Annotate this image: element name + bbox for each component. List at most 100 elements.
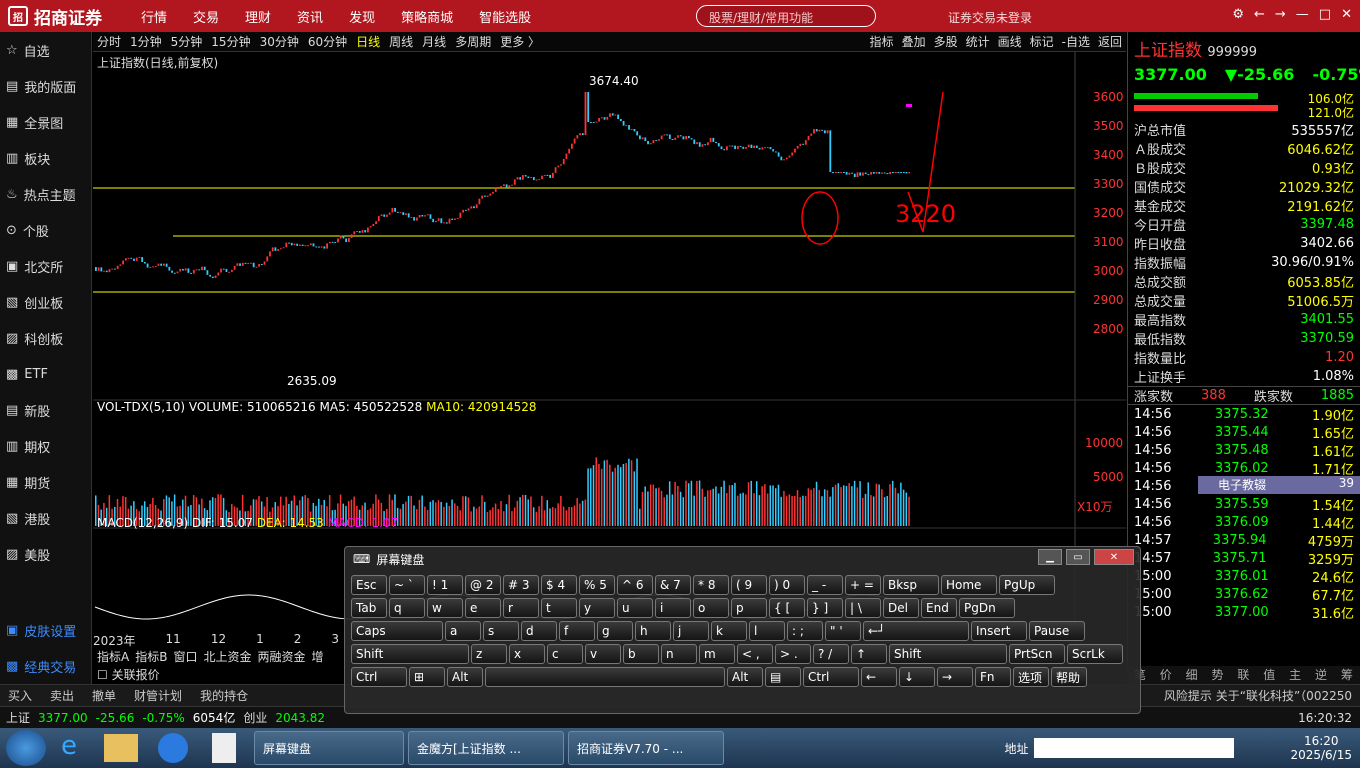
tool-7[interactable]: 返回 xyxy=(1098,33,1122,50)
key-2-10[interactable]: : ; xyxy=(787,621,823,641)
key-2-4[interactable]: f xyxy=(559,621,595,641)
key-3-0[interactable]: Shift xyxy=(351,644,469,664)
key-4-11[interactable]: 选项 xyxy=(1013,667,1049,687)
period-1[interactable]: 1分钟 xyxy=(130,33,162,50)
key-0-9[interactable]: * 8 xyxy=(693,575,729,595)
key-0-7[interactable]: ^ 6 xyxy=(617,575,653,595)
key-1-6[interactable]: y xyxy=(579,598,615,618)
key-4-4[interactable]: Alt xyxy=(727,667,763,687)
key-3-13[interactable]: PrtScn xyxy=(1009,644,1065,664)
key-2-11[interactable]: " ' xyxy=(825,621,861,641)
period-2[interactable]: 5分钟 xyxy=(171,33,203,50)
tool-1[interactable]: 叠加 xyxy=(902,33,926,50)
key-3-8[interactable]: < , xyxy=(737,644,773,664)
key-0-4[interactable]: # 3 xyxy=(503,575,539,595)
quote-tab-8[interactable]: 筹 xyxy=(1341,666,1353,684)
key-3-2[interactable]: x xyxy=(509,644,545,664)
key-4-7[interactable]: ← xyxy=(861,667,897,687)
sidebar-item-1[interactable]: ▤ 我的版面 xyxy=(0,68,91,104)
key-2-13[interactable]: Insert xyxy=(971,621,1027,641)
tool-3[interactable]: 统计 xyxy=(966,33,990,50)
osk-maximize[interactable]: ▭ xyxy=(1066,549,1090,565)
trade-btn-4[interactable]: 我的持仓 xyxy=(200,687,248,704)
key-4-6[interactable]: Ctrl xyxy=(803,667,859,687)
sidebar-item-10[interactable]: ▤ 新股 xyxy=(0,392,91,428)
gear-icon[interactable]: ⚙ xyxy=(1232,7,1244,22)
period-4[interactable]: 30分钟 xyxy=(260,33,299,50)
period-9[interactable]: 多周期 xyxy=(455,33,491,50)
key-3-10[interactable]: ? / xyxy=(813,644,849,664)
risk-notice[interactable]: 风险提示 关于“联化科技”（002250 xyxy=(1164,687,1360,704)
period-0[interactable]: 分时 xyxy=(97,33,121,50)
period-3[interactable]: 15分钟 xyxy=(211,33,250,50)
menu-5[interactable]: 策略商城 xyxy=(388,7,466,26)
menu-3[interactable]: 资讯 xyxy=(284,7,336,26)
key-2-0[interactable]: Caps xyxy=(351,621,443,641)
key-1-4[interactable]: r xyxy=(503,598,539,618)
chart-tab-4[interactable]: 两融资金 xyxy=(257,648,305,665)
key-1-8[interactable]: i xyxy=(655,598,691,618)
trade-btn-0[interactable]: 买入 xyxy=(8,687,32,704)
sidebar-item-11[interactable]: ▥ 期权 xyxy=(0,428,91,464)
key-1-12[interactable]: } ] xyxy=(807,598,843,618)
key-1-13[interactable]: | \ xyxy=(845,598,881,618)
sidebar-item-9[interactable]: ▩ ETF xyxy=(0,356,91,392)
chart-tab-3[interactable]: 北上资金 xyxy=(203,648,251,665)
key-4-10[interactable]: Fn xyxy=(975,667,1011,687)
key-1-1[interactable]: q xyxy=(389,598,425,618)
trade-btn-2[interactable]: 撤单 xyxy=(92,687,116,704)
sidebar-item-3[interactable]: ▥ 板块 xyxy=(0,140,91,176)
tool-5[interactable]: 标记 xyxy=(1030,33,1054,50)
ie-icon[interactable]: e xyxy=(52,731,86,765)
sidebar-item-15[interactable]: ▣ 皮肤设置 xyxy=(0,612,91,648)
key-3-9[interactable]: > . xyxy=(775,644,811,664)
sidebar-item-4[interactable]: ♨ 热点主题 xyxy=(0,176,91,212)
key-3-12[interactable]: Shift xyxy=(889,644,1007,664)
osk-minimize[interactable]: ▁ xyxy=(1038,549,1062,565)
quote-tab-2[interactable]: 细 xyxy=(1186,666,1198,684)
sidebar-item-6[interactable]: ▣ 北交所 xyxy=(0,248,91,284)
key-3-11[interactable]: ↑ xyxy=(851,644,887,664)
trade-btn-1[interactable]: 卖出 xyxy=(50,687,74,704)
key-0-16[interactable]: PgUp xyxy=(999,575,1055,595)
related-quote[interactable]: ☐ 关联报价 xyxy=(97,666,160,683)
key-2-2[interactable]: s xyxy=(483,621,519,641)
quote-tab-7[interactable]: 逆 xyxy=(1315,666,1327,684)
osk-close[interactable]: ✕ xyxy=(1094,549,1134,565)
key-0-14[interactable]: Bksp xyxy=(883,575,939,595)
login-status[interactable]: 证券交易未登录 xyxy=(948,9,1032,26)
key-4-8[interactable]: ↓ xyxy=(899,667,935,687)
menu-2[interactable]: 理财 xyxy=(232,7,284,26)
key-2-5[interactable]: g xyxy=(597,621,633,641)
key-0-1[interactable]: ~ ` xyxy=(389,575,425,595)
quote-tab-3[interactable]: 势 xyxy=(1212,666,1224,684)
key-0-12[interactable]: _ - xyxy=(807,575,843,595)
key-3-6[interactable]: n xyxy=(661,644,697,664)
tool-4[interactable]: 画线 xyxy=(998,33,1022,50)
key-2-8[interactable]: k xyxy=(711,621,747,641)
key-4-5[interactable]: ▤ xyxy=(765,667,801,687)
close-icon[interactable]: ✕ xyxy=(1341,7,1352,22)
key-1-3[interactable]: e xyxy=(465,598,501,618)
key-0-8[interactable]: & 7 xyxy=(655,575,691,595)
menu-0[interactable]: 行情 xyxy=(128,7,180,26)
key-3-14[interactable]: ScrLk xyxy=(1067,644,1123,664)
key-3-4[interactable]: v xyxy=(585,644,621,664)
period-5[interactable]: 60分钟 xyxy=(308,33,347,50)
key-0-11[interactable]: ) 0 xyxy=(769,575,805,595)
address-input[interactable] xyxy=(1034,738,1235,758)
sidebar-item-5[interactable]: ⊙ 个股 xyxy=(0,212,91,248)
risk-label[interactable]: 风险提示 xyxy=(1164,689,1212,703)
key-3-1[interactable]: z xyxy=(471,644,507,664)
tool-6[interactable]: -自选 xyxy=(1062,33,1090,50)
chart-tab-2[interactable]: 窗口 xyxy=(173,648,197,665)
period-7[interactable]: 周线 xyxy=(389,33,413,50)
key-1-14[interactable]: Del xyxy=(883,598,919,618)
taskbar-item-1[interactable]: 金魔方[上证指数 ... xyxy=(408,731,564,765)
period-6[interactable]: 日线 xyxy=(356,33,380,50)
sidebar-item-12[interactable]: ▦ 期货 xyxy=(0,464,91,500)
quote-tab-6[interactable]: 主 xyxy=(1289,666,1301,684)
period-10[interactable]: 更多 〉 xyxy=(500,33,540,50)
key-2-6[interactable]: h xyxy=(635,621,671,641)
chart-tab-0[interactable]: 指标A xyxy=(97,648,129,665)
